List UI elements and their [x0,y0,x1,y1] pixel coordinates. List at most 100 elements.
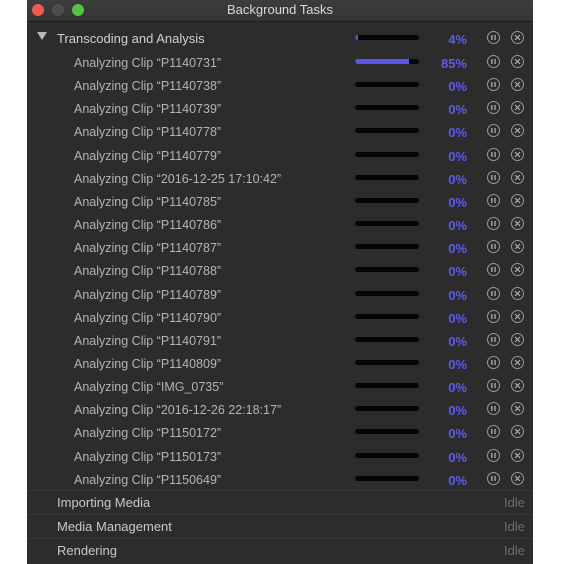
pause-circle-icon[interactable] [487,240,500,254]
pause-circle-icon[interactable] [487,286,500,300]
task-progress-bar [355,128,419,134]
task-progress-bar [355,174,419,180]
pause-circle-icon[interactable] [487,355,500,369]
task-percent: 0% [448,380,467,396]
task-row: Analyzing Clip “P1140787” 0% [27,236,533,259]
task-progress-bar [355,475,419,481]
task-percent: 0% [448,264,467,280]
task-row: Analyzing Clip “P1140739” 0% [27,97,533,120]
pause-circle-icon[interactable] [487,263,500,277]
task-row: Analyzing Clip “P1140789” 0% [27,283,533,306]
cancel-circle-icon[interactable] [511,217,524,231]
cancel-circle-icon[interactable] [511,124,524,138]
pause-circle-icon[interactable] [487,448,500,462]
task-percent: 0% [448,241,467,257]
task-label: Analyzing Clip “P1140791” [74,333,222,348]
task-row: Analyzing Clip “IMG_0735” 0% [27,375,533,398]
cancel-circle-icon[interactable] [511,286,524,300]
cancel-circle-icon[interactable] [511,170,524,184]
task-label: Analyzing Clip “P1140785” [74,194,222,209]
pause-circle-icon[interactable] [487,124,500,138]
task-percent: 0% [448,171,467,187]
cancel-circle-icon[interactable] [511,332,524,346]
group-progress-fill [355,35,358,40]
group-label: Transcoding and Analysis [57,31,205,46]
cancel-circle-icon[interactable] [511,101,524,115]
cancel-circle-icon[interactable] [511,402,524,416]
task-percent: 0% [448,472,467,488]
cancel-circle-icon[interactable] [511,193,524,207]
task-row: Analyzing Clip “P1140731” 85% [27,51,533,74]
task-percent: 0% [448,125,467,141]
pause-circle-icon[interactable] [487,402,500,416]
pause-circle-icon[interactable] [487,379,500,393]
task-label: Analyzing Clip “P1150173” [74,449,222,464]
task-row: Analyzing Clip “P1140790” 0% [27,306,533,329]
pause-circle-icon[interactable] [487,170,500,184]
task-label: Analyzing Clip “P1140731” [74,56,222,70]
task-percent: 85% [440,56,467,71]
task-progress-bar [355,452,419,458]
section-importing-media[interactable]: Importing Media Idle [27,490,533,515]
task-label: Analyzing Clip “2016-12-26 22:18:17” [74,403,282,418]
task-label: Analyzing Clip “P1140786” [74,218,222,233]
pause-circle-icon[interactable] [487,332,500,346]
task-row: Analyzing Clip “2016-12-26 22:18:17” 0% [27,398,533,421]
cancel-circle-icon[interactable] [511,240,524,254]
task-percent: 0% [448,426,467,442]
task-label: Analyzing Clip “IMG_0735” [74,380,224,395]
section-media-management[interactable]: Media Management Idle [27,514,533,539]
task-label: Analyzing Clip “2016-12-25 17:10:42” [74,171,282,186]
pause-circle-icon[interactable] [487,193,500,207]
section-label: Importing Media [57,495,151,510]
task-percent: 0% [448,79,467,95]
cancel-circle-icon[interactable] [511,355,524,369]
task-progress-bar [355,290,419,296]
section-label: Media Management [57,519,172,534]
task-label: Analyzing Clip “P1140809” [74,356,222,371]
cancel-circle-icon[interactable] [511,55,524,68]
task-progress-bar [355,244,419,250]
pause-circle-icon[interactable] [487,101,500,115]
task-percent: 0% [448,218,467,234]
group-transcoding-and-analysis[interactable]: Transcoding and Analysis 4% [27,27,533,50]
cancel-circle-icon[interactable] [511,379,524,393]
task-row: Analyzing Clip “P1150172” 0% [27,421,533,444]
task-percent: 0% [448,310,467,326]
task-progress-bar [355,59,419,64]
task-row: Analyzing Clip “P1140778” 0% [27,120,533,143]
task-progress-bar [355,151,419,157]
task-progress-bar [355,313,419,319]
pause-circle-icon[interactable] [487,55,500,68]
pause-circle-icon[interactable] [487,217,500,231]
task-label: Analyzing Clip “P1140779” [74,148,222,163]
pause-circle-icon[interactable] [487,78,500,92]
task-row: Analyzing Clip “P1140738” 0% [27,74,533,97]
window-title: Background Tasks [227,2,333,17]
task-percent: 0% [448,102,467,118]
pause-circle-icon[interactable] [487,147,500,161]
cancel-circle-icon[interactable] [511,263,524,277]
cancel-circle-icon[interactable] [511,471,524,485]
section-rendering[interactable]: Rendering Idle [27,538,533,563]
task-progress-bar [355,197,419,203]
cancel-circle-icon[interactable] [511,425,524,439]
pause-circle-icon[interactable] [487,471,500,485]
section-label: Rendering [57,543,117,558]
task-row: Analyzing Clip “P1150173” 0% [27,445,533,468]
task-label: Analyzing Clip “P1150172” [74,426,222,441]
pause-circle-icon[interactable] [487,425,500,439]
disclosure-triangle-icon[interactable] [37,32,47,40]
cancel-circle-icon[interactable] [511,309,524,323]
cancel-circle-icon[interactable] [511,78,524,92]
cancel-circle-icon[interactable] [511,448,524,462]
task-row: Analyzing Clip “P1140779” 0% [27,144,533,167]
cancel-circle-icon[interactable] [511,147,524,161]
task-progress-bar [355,336,419,342]
title-bar: Background Tasks [27,0,533,22]
task-progress-bar [355,267,419,273]
pause-circle-icon[interactable] [487,309,500,323]
group-percent: 4% [448,32,467,47]
cancel-circle-icon[interactable] [511,31,524,44]
pause-circle-icon[interactable] [487,31,500,44]
